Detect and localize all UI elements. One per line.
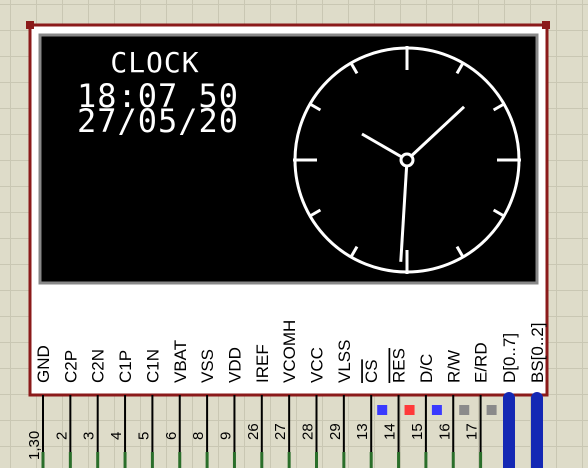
screen-date: 27/05/20 [77, 102, 239, 140]
pin-label: C2N [89, 349, 108, 383]
logic-state-indicator [486, 405, 497, 415]
pin-number: 6 [163, 432, 180, 440]
bus-label: BS[0..2] [528, 323, 547, 383]
pin-label: IREF [253, 344, 272, 383]
pin-number: 5 [135, 432, 152, 440]
clock-center-pivot [399, 152, 415, 168]
pin-label: CS [362, 359, 381, 383]
pin-label: VLSS [335, 340, 354, 383]
screen-title: CLOCK [110, 46, 199, 79]
pin-label: VDD [225, 347, 244, 383]
corner-marker [26, 21, 34, 29]
logic-state-indicator [404, 405, 415, 415]
pin-number: 3 [81, 432, 98, 440]
pin-number: 13 [354, 423, 371, 440]
pin-number: 26 [245, 423, 262, 440]
pin-label: VCOMH [280, 320, 299, 383]
corner-marker [542, 21, 550, 29]
pin-number: 8 [190, 432, 207, 440]
pin-number: 14 [382, 423, 399, 440]
pin-label: RES [390, 348, 409, 383]
pin-number: 27 [272, 423, 289, 440]
bus-label: D[0..7] [500, 333, 519, 383]
logic-state-indicator [431, 405, 442, 415]
pin-label: C1N [143, 349, 162, 383]
pin-label: GND [34, 345, 53, 383]
pin-number: 4 [108, 432, 125, 440]
pin-label: VCC [308, 347, 327, 383]
pin-number: 2 [53, 432, 70, 440]
pin-number: 28 [300, 423, 317, 440]
logic-state-indicator [377, 405, 388, 415]
pin-number: 29 [327, 423, 344, 440]
pin-number: 9 [217, 432, 234, 440]
pin-label: C1P [116, 350, 135, 383]
pin-number: 1,30 [26, 431, 43, 460]
pin-label: VBAT [171, 340, 190, 383]
pin-label: E/RD [472, 342, 491, 383]
pin-label: VSS [198, 349, 217, 383]
pin-label: C2P [61, 350, 80, 383]
pin-number: 17 [464, 423, 481, 440]
oled-component-schematic[interactable]: CLOCK 18:07 50 27/05/20 GND1,30C2P2C2N3C… [0, 0, 588, 468]
pin-number: 15 [409, 423, 426, 440]
pin-label: D/C [417, 354, 436, 383]
logic-state-indicator [459, 405, 470, 415]
pin-number: 16 [436, 423, 453, 440]
pin-label: R/W [444, 350, 463, 383]
